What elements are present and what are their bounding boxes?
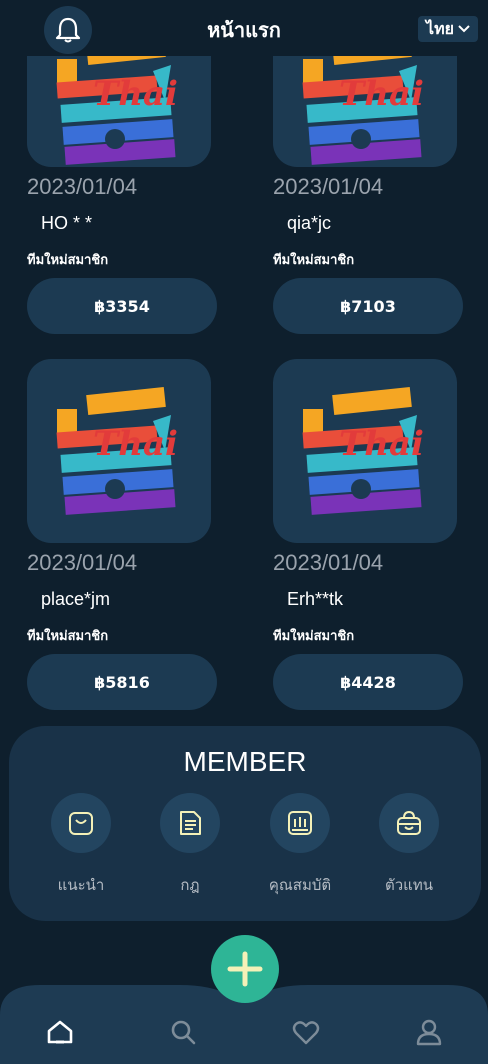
card-amount: ฿3354 xyxy=(27,278,217,334)
thai-logo-image: Thai xyxy=(27,359,211,543)
nav-home[interactable] xyxy=(40,1012,80,1052)
member-item-rules[interactable]: กฎ xyxy=(140,793,240,897)
member-item-label: คุณสมบัติ xyxy=(268,876,332,894)
card-username: Erh**tk xyxy=(287,589,344,609)
home-icon xyxy=(47,1020,73,1044)
card-date: 2023/01/04 xyxy=(27,550,138,575)
card-team: ทีมใหม่สมาชิก xyxy=(273,629,355,644)
card-date: 2023/01/04 xyxy=(27,174,138,199)
language-selector[interactable]: ไทย xyxy=(418,16,478,42)
page-title: หน้าแรก xyxy=(207,18,281,42)
card-amount: ฿7103 xyxy=(273,278,463,334)
svg-text:Thai: Thai xyxy=(93,424,178,464)
card-team: ทีมใหม่สมาชิก xyxy=(273,253,355,268)
svg-text:Thai: Thai xyxy=(339,424,424,464)
member-item-agent[interactable]: ตัวแทน xyxy=(359,793,459,897)
document-icon xyxy=(160,793,220,853)
member-item-label: กฎ xyxy=(180,876,200,894)
nav-profile[interactable] xyxy=(409,1012,449,1052)
card-team: ทีมใหม่สมาชิก xyxy=(27,629,109,644)
plus-icon xyxy=(227,951,263,987)
member-item-qualification[interactable]: คุณสมบัติ xyxy=(250,793,350,897)
member-item-label: ตัวแทน xyxy=(385,876,433,894)
card-username: HO * * xyxy=(41,213,93,233)
chevron-down-icon xyxy=(458,25,470,33)
member-item-recommend[interactable]: แนะนำ xyxy=(31,793,131,897)
card-team: ทีมใหม่สมาชิก xyxy=(27,253,109,268)
bag-icon xyxy=(51,793,111,853)
card-username: place*jm xyxy=(41,589,111,609)
language-label: ไทย xyxy=(426,18,454,38)
app-header: หน้าแรก ไทย xyxy=(0,0,488,56)
card-username: qia*jc xyxy=(287,213,332,233)
member-panel: MEMBER แนะนำ กฎ คุณสมบัติ ตัวแทน xyxy=(9,726,481,921)
member-title: MEMBER xyxy=(183,746,307,777)
card-date: 2023/01/04 xyxy=(273,174,384,199)
heart-icon xyxy=(292,1021,320,1045)
chart-icon xyxy=(270,793,330,853)
member-item-label: แนะนำ xyxy=(57,876,105,894)
card-date: 2023/01/04 xyxy=(273,550,384,575)
user-icon xyxy=(416,1019,442,1046)
thai-logo-image: Thai xyxy=(273,359,457,543)
shopping-bag-icon xyxy=(379,793,439,853)
card-amount: ฿4428 xyxy=(273,654,463,710)
nav-favorites[interactable] xyxy=(286,1012,326,1052)
search-icon xyxy=(171,1020,196,1045)
add-button[interactable] xyxy=(211,935,279,1003)
svg-text:Thai: Thai xyxy=(93,74,178,114)
nav-search[interactable] xyxy=(163,1012,203,1052)
svg-text:Thai: Thai xyxy=(339,74,424,114)
card-amount: ฿5816 xyxy=(27,654,217,710)
